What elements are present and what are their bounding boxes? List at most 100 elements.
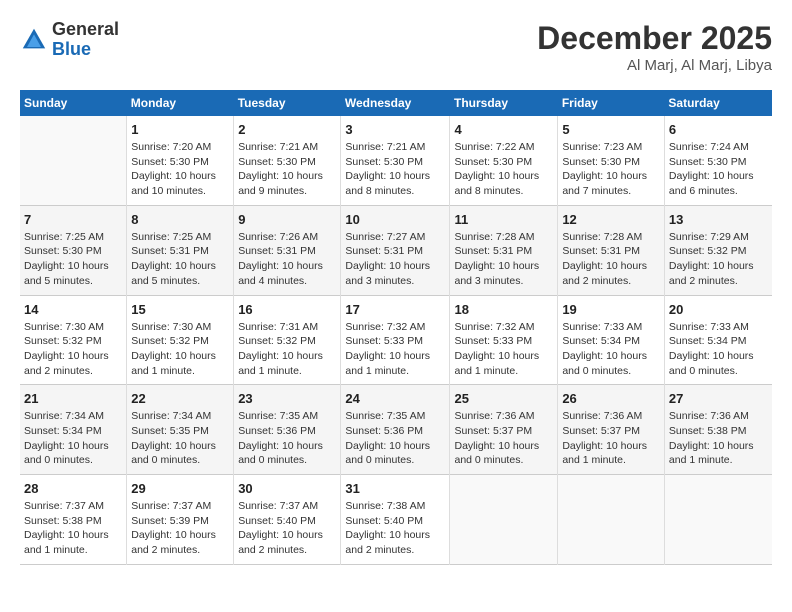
day-number: 8 (131, 212, 229, 227)
day-number: 27 (669, 391, 768, 406)
calendar-week-row: 21 Sunrise: 7:34 AMSunset: 5:34 PMDayligh… (20, 385, 772, 475)
day-number: 31 (345, 481, 445, 496)
weekday-header: Sunday (20, 90, 127, 116)
calendar-cell: 16 Sunrise: 7:31 AMSunset: 5:32 PMDayligh… (234, 295, 341, 385)
logo-general: General (52, 19, 119, 39)
weekday-header: Thursday (450, 90, 558, 116)
calendar-cell: 4 Sunrise: 7:22 AMSunset: 5:30 PMDaylight… (450, 116, 558, 205)
logo-blue: Blue (52, 39, 91, 59)
day-info: Sunrise: 7:36 AMSunset: 5:37 PMDaylight:… (562, 409, 660, 468)
day-info: Sunrise: 7:32 AMSunset: 5:33 PMDaylight:… (345, 320, 445, 379)
day-number: 16 (238, 302, 336, 317)
calendar-cell: 29 Sunrise: 7:37 AMSunset: 5:39 PMDayligh… (127, 475, 234, 565)
location: Al Marj, Al Marj, Libya (537, 57, 772, 74)
day-number: 4 (454, 122, 553, 137)
day-number: 28 (24, 481, 122, 496)
day-info: Sunrise: 7:36 AMSunset: 5:38 PMDaylight:… (669, 409, 768, 468)
logo-text: General Blue (52, 20, 119, 60)
day-info: Sunrise: 7:25 AMSunset: 5:30 PMDaylight:… (24, 230, 122, 289)
day-number: 19 (562, 302, 660, 317)
day-info: Sunrise: 7:37 AMSunset: 5:39 PMDaylight:… (131, 499, 229, 558)
day-info: Sunrise: 7:34 AMSunset: 5:35 PMDaylight:… (131, 409, 229, 468)
calendar-week-row: 7 Sunrise: 7:25 AMSunset: 5:30 PMDaylight… (20, 205, 772, 295)
calendar-cell: 5Sunrise: 7:23 AMSunset: 5:30 PMDaylight… (558, 116, 665, 205)
day-info: Sunrise: 7:37 AMSunset: 5:40 PMDaylight:… (238, 499, 336, 558)
calendar-cell: 28 Sunrise: 7:37 AMSunset: 5:38 PMDayligh… (20, 475, 127, 565)
day-info: Sunrise: 7:31 AMSunset: 5:32 PMDaylight:… (238, 320, 336, 379)
day-number: 17 (345, 302, 445, 317)
calendar-cell (664, 475, 772, 565)
day-number: 30 (238, 481, 336, 496)
day-info: Sunrise: 7:34 AMSunset: 5:34 PMDaylight:… (24, 409, 122, 468)
day-info: Sunrise: 7:33 AMSunset: 5:34 PMDaylight:… (562, 320, 660, 379)
day-number: 22 (131, 391, 229, 406)
day-number: 25 (454, 391, 553, 406)
logo: General Blue (20, 20, 119, 60)
calendar-cell: 17 Sunrise: 7:32 AMSunset: 5:33 PMDayligh… (341, 295, 450, 385)
calendar-cell: 10Sunrise: 7:27 AMSunset: 5:31 PMDayligh… (341, 205, 450, 295)
day-info: Sunrise: 7:30 AMSunset: 5:32 PMDaylight:… (131, 320, 229, 379)
day-info: Sunrise: 7:21 AMSunset: 5:30 PMDaylight:… (238, 140, 336, 199)
day-number: 9 (238, 212, 336, 227)
day-info: Sunrise: 7:30 AMSunset: 5:32 PMDaylight:… (24, 320, 122, 379)
day-number: 5 (562, 122, 660, 137)
calendar-cell: 18Sunrise: 7:32 AMSunset: 5:33 PMDayligh… (450, 295, 558, 385)
day-info: Sunrise: 7:28 AMSunset: 5:31 PMDaylight:… (562, 230, 660, 289)
day-number: 2 (238, 122, 336, 137)
day-number: 1 (131, 122, 229, 137)
day-info: Sunrise: 7:33 AMSunset: 5:34 PMDaylight:… (669, 320, 768, 379)
day-number: 20 (669, 302, 768, 317)
day-info: Sunrise: 7:21 AMSunset: 5:30 PMDaylight:… (345, 140, 445, 199)
calendar-cell (450, 475, 558, 565)
weekday-header: Friday (558, 90, 665, 116)
day-info: Sunrise: 7:20 AMSunset: 5:30 PMDaylight:… (131, 140, 229, 199)
day-number: 29 (131, 481, 229, 496)
calendar-cell: 19 Sunrise: 7:33 AMSunset: 5:34 PMDayligh… (558, 295, 665, 385)
day-number: 26 (562, 391, 660, 406)
day-info: Sunrise: 7:35 AMSunset: 5:36 PMDaylight:… (345, 409, 445, 468)
calendar-header-row: SundayMondayTuesdayWednesdayThursdayFrid… (20, 90, 772, 116)
day-info: Sunrise: 7:25 AMSunset: 5:31 PMDaylight:… (131, 230, 229, 289)
day-number: 12 (562, 212, 660, 227)
day-info: Sunrise: 7:35 AMSunset: 5:36 PMDaylight:… (238, 409, 336, 468)
calendar-cell: 24Sunrise: 7:35 AMSunset: 5:36 PMDayligh… (341, 385, 450, 475)
day-info: Sunrise: 7:36 AMSunset: 5:37 PMDaylight:… (454, 409, 553, 468)
calendar-cell: 2 Sunrise: 7:21 AMSunset: 5:30 PMDaylight… (234, 116, 341, 205)
day-number: 21 (24, 391, 122, 406)
calendar-cell: 13 Sunrise: 7:29 AMSunset: 5:32 PMDayligh… (664, 205, 772, 295)
weekday-header: Monday (127, 90, 234, 116)
calendar-cell: 11Sunrise: 7:28 AMSunset: 5:31 PMDayligh… (450, 205, 558, 295)
day-info: Sunrise: 7:32 AMSunset: 5:33 PMDaylight:… (454, 320, 553, 379)
month-title: December 2025 (537, 20, 772, 57)
calendar-cell (558, 475, 665, 565)
day-number: 7 (24, 212, 122, 227)
day-number: 15 (131, 302, 229, 317)
day-number: 13 (669, 212, 768, 227)
calendar-cell: 3Sunrise: 7:21 AMSunset: 5:30 PMDaylight… (341, 116, 450, 205)
calendar-cell (20, 116, 127, 205)
title-block: December 2025 Al Marj, Al Marj, Libya (537, 20, 772, 74)
day-info: Sunrise: 7:27 AMSunset: 5:31 PMDaylight:… (345, 230, 445, 289)
calendar-cell: 23 Sunrise: 7:35 AMSunset: 5:36 PMDayligh… (234, 385, 341, 475)
page-header: General Blue December 2025 Al Marj, Al M… (20, 20, 772, 74)
calendar-cell: 25 Sunrise: 7:36 AMSunset: 5:37 PMDayligh… (450, 385, 558, 475)
logo-icon (20, 26, 48, 54)
day-info: Sunrise: 7:24 AMSunset: 5:30 PMDaylight:… (669, 140, 768, 199)
day-number: 11 (454, 212, 553, 227)
day-info: Sunrise: 7:29 AMSunset: 5:32 PMDaylight:… (669, 230, 768, 289)
day-info: Sunrise: 7:22 AMSunset: 5:30 PMDaylight:… (454, 140, 553, 199)
calendar-cell: 1 Sunrise: 7:20 AMSunset: 5:30 PMDaylight… (127, 116, 234, 205)
calendar-week-row: 28 Sunrise: 7:37 AMSunset: 5:38 PMDayligh… (20, 475, 772, 565)
day-info: Sunrise: 7:37 AMSunset: 5:38 PMDaylight:… (24, 499, 122, 558)
calendar-cell: 31Sunrise: 7:38 AMSunset: 5:40 PMDayligh… (341, 475, 450, 565)
day-number: 6 (669, 122, 768, 137)
calendar-cell: 30 Sunrise: 7:37 AMSunset: 5:40 PMDayligh… (234, 475, 341, 565)
calendar-cell: 21 Sunrise: 7:34 AMSunset: 5:34 PMDayligh… (20, 385, 127, 475)
calendar-cell: 20 Sunrise: 7:33 AMSunset: 5:34 PMDayligh… (664, 295, 772, 385)
calendar-cell: 12 Sunrise: 7:28 AMSunset: 5:31 PMDayligh… (558, 205, 665, 295)
day-number: 23 (238, 391, 336, 406)
weekday-header: Wednesday (341, 90, 450, 116)
calendar-table: SundayMondayTuesdayWednesdayThursdayFrid… (20, 90, 772, 565)
calendar-week-row: 1 Sunrise: 7:20 AMSunset: 5:30 PMDaylight… (20, 116, 772, 205)
weekday-header: Tuesday (234, 90, 341, 116)
